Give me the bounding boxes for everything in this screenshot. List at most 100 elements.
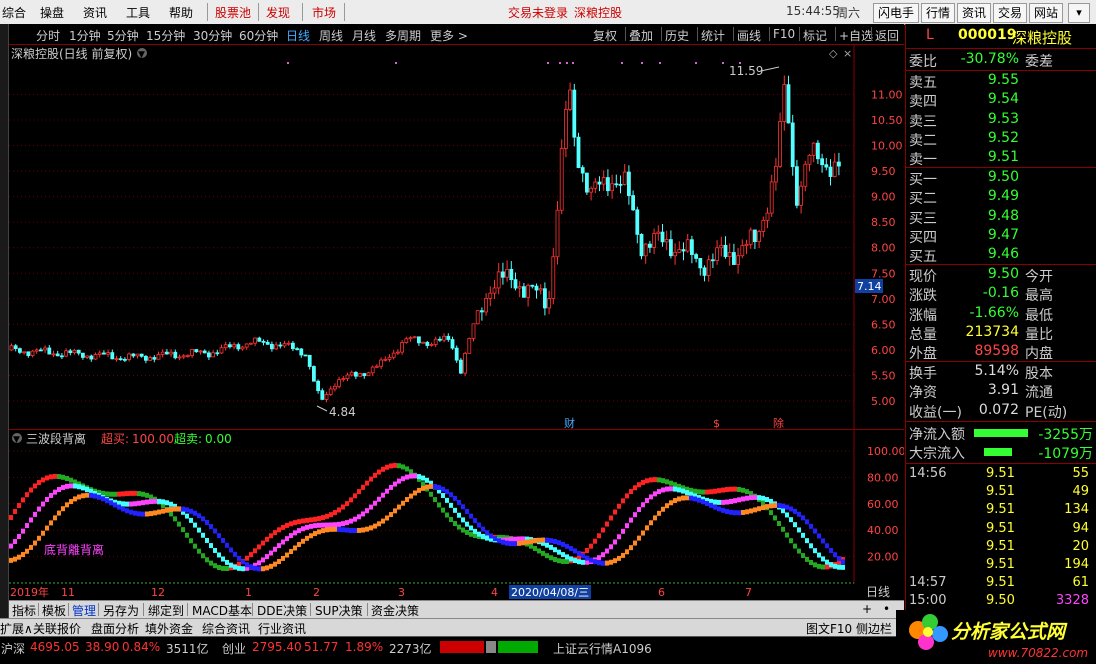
menu-item-trade-operate[interactable]: 操盘 — [40, 4, 64, 21]
indicator-step — [353, 516, 357, 522]
nav-market-analysis[interactable]: 盘面分析 — [91, 620, 139, 637]
nav-expand[interactable]: 扩展∧ — [0, 620, 33, 637]
indicator-step — [433, 497, 437, 503]
nav-foreign-capital[interactable]: 填外资金 — [145, 620, 193, 637]
f10-button[interactable]: F10 — [773, 27, 795, 41]
adjust-button[interactable]: 复权 — [593, 27, 617, 44]
candle-body — [47, 347, 52, 355]
candle-body — [286, 342, 291, 345]
quotes-button[interactable]: 行情 — [921, 3, 955, 23]
trade-status-text[interactable]: 交易未登录 — [508, 4, 568, 21]
period-more[interactable]: 更多 > — [430, 27, 468, 44]
tab-indicator[interactable]: 指标 — [12, 602, 36, 619]
stock-link[interactable]: 深粮控股 — [574, 4, 622, 21]
nav-related-quotes[interactable]: 关联报价 — [33, 620, 81, 637]
period-multi[interactable]: 多周期 — [385, 27, 421, 44]
nav-comprehensive-news[interactable]: 综合资讯 — [202, 620, 250, 637]
candle-body — [118, 358, 123, 361]
tab-dde[interactable]: DDE决策 — [257, 602, 307, 619]
minimize-icon[interactable]: ▾ — [1068, 3, 1090, 23]
website-button[interactable]: 网站 — [1029, 3, 1063, 23]
period-30min[interactable]: 30分钟 — [193, 27, 232, 44]
indicator-step — [309, 517, 313, 523]
indicator-step — [833, 552, 837, 558]
left-side-tab-strip[interactable] — [0, 24, 9, 620]
indicator-step — [705, 489, 709, 495]
diamond-icon[interactable]: ◇ — [829, 47, 838, 60]
signal-dot — [287, 62, 289, 64]
lightning-order-button[interactable]: 闪电手 — [873, 3, 919, 23]
indicator-step — [33, 483, 37, 489]
period-monthly[interactable]: 月线 — [352, 27, 376, 44]
toolbar-separator — [799, 27, 800, 41]
indicator-step — [229, 547, 233, 553]
statistics-button[interactable]: 统计 — [701, 27, 725, 44]
toolbar-separator — [835, 27, 836, 41]
indicator-step — [125, 491, 129, 497]
indicator-step — [469, 513, 473, 519]
candle-body — [261, 340, 266, 343]
dividend-marker[interactable]: $ — [713, 417, 720, 429]
candle-body — [479, 310, 484, 313]
period-1min[interactable]: 1分钟 — [69, 27, 101, 44]
menu-item-discover[interactable]: 发现 — [266, 4, 290, 21]
candle-body — [664, 239, 669, 243]
menu-item-comprehensive[interactable]: 综合 — [2, 4, 26, 21]
period-weekly[interactable]: 周线 — [319, 27, 343, 44]
indicator-step — [645, 498, 649, 504]
add-watchlist-button[interactable]: +自选 — [839, 27, 873, 44]
draw-line-button[interactable]: 画线 — [737, 27, 761, 44]
back-button[interactable]: 返回 — [875, 27, 899, 44]
price-tick-label: 8.00 — [871, 242, 896, 255]
tab-fund[interactable]: 资金决策 — [371, 602, 419, 619]
period-15min[interactable]: 15分钟 — [146, 27, 185, 44]
logo-url: www.70822.com — [988, 646, 1088, 660]
block-inflow-row: 大宗流入 -1079万 — [906, 443, 1096, 462]
menu-item-tools[interactable]: 工具 — [126, 4, 150, 21]
candle-body — [173, 351, 178, 359]
breadth-up-segment — [440, 641, 484, 653]
more-icon[interactable]: • — [883, 602, 890, 616]
indicator-step — [589, 543, 593, 549]
close-icon[interactable]: × — [843, 47, 852, 60]
indicator-step — [37, 535, 41, 541]
history-button[interactable]: 历史 — [665, 27, 689, 44]
period-timeshare[interactable]: 分时 — [36, 27, 60, 44]
kline-chart[interactable]: 11.00 10.50 10.00 9.50 9.00 8.50 8.00 7.50 7.00 6… — [9, 45, 904, 429]
index1-name[interactable]: 沪深 — [1, 640, 25, 657]
kline-chart-title: 深粮控股(日线 前复权) — [11, 46, 132, 61]
indicator-step — [365, 480, 369, 486]
period-5min[interactable]: 5分钟 — [107, 27, 139, 44]
finance-marker[interactable]: 财 — [564, 416, 575, 429]
period-60min[interactable]: 60分钟 — [239, 27, 278, 44]
overlay-button[interactable]: 叠加 — [629, 27, 653, 44]
tab-manage[interactable]: 管理 — [72, 602, 96, 619]
period-daily[interactable]: 日线 — [286, 27, 310, 44]
menu-item-help[interactable]: 帮助 — [169, 4, 193, 21]
ex-rights-marker[interactable]: 除 — [773, 416, 784, 429]
tab-sup[interactable]: SUP决策 — [315, 602, 363, 619]
indicator-chart[interactable]: 100.00 80.00 60.00 40.00 20.00 ▼ 三波段背离 超买: 1… — [9, 429, 904, 584]
add-indicator-icon[interactable]: + — [862, 602, 872, 616]
nav-industry-news[interactable]: 行业资讯 — [258, 620, 306, 637]
indicator-step — [581, 559, 585, 565]
ask-level-label: 卖三 — [909, 113, 937, 130]
mark-button[interactable]: 标记 — [803, 27, 827, 44]
candle-body — [89, 355, 94, 360]
nav-sidebar[interactable]: 侧边栏 — [856, 620, 892, 637]
tab-template[interactable]: 模板 — [42, 602, 66, 619]
tab-macd[interactable]: MACD基本 — [192, 602, 252, 619]
candle-body — [412, 336, 417, 339]
menu-item-news[interactable]: 资讯 — [83, 4, 107, 21]
tab-bind-to[interactable]: 绑定到 — [148, 602, 184, 619]
trade-button[interactable]: 交易 — [993, 3, 1027, 23]
indicator-step — [841, 559, 845, 565]
nav-f10-graphic[interactable]: 图文F10 — [806, 620, 852, 637]
menu-item-stock-pool[interactable]: 股票池 — [215, 4, 251, 21]
tab-save-as[interactable]: 另存为 — [103, 602, 139, 619]
indicator-step — [293, 545, 297, 551]
indicator-step — [429, 491, 433, 497]
index2-name[interactable]: 创业 — [222, 640, 246, 657]
menu-item-market[interactable]: 市场 — [312, 4, 336, 21]
news-button[interactable]: 资讯 — [957, 3, 991, 23]
